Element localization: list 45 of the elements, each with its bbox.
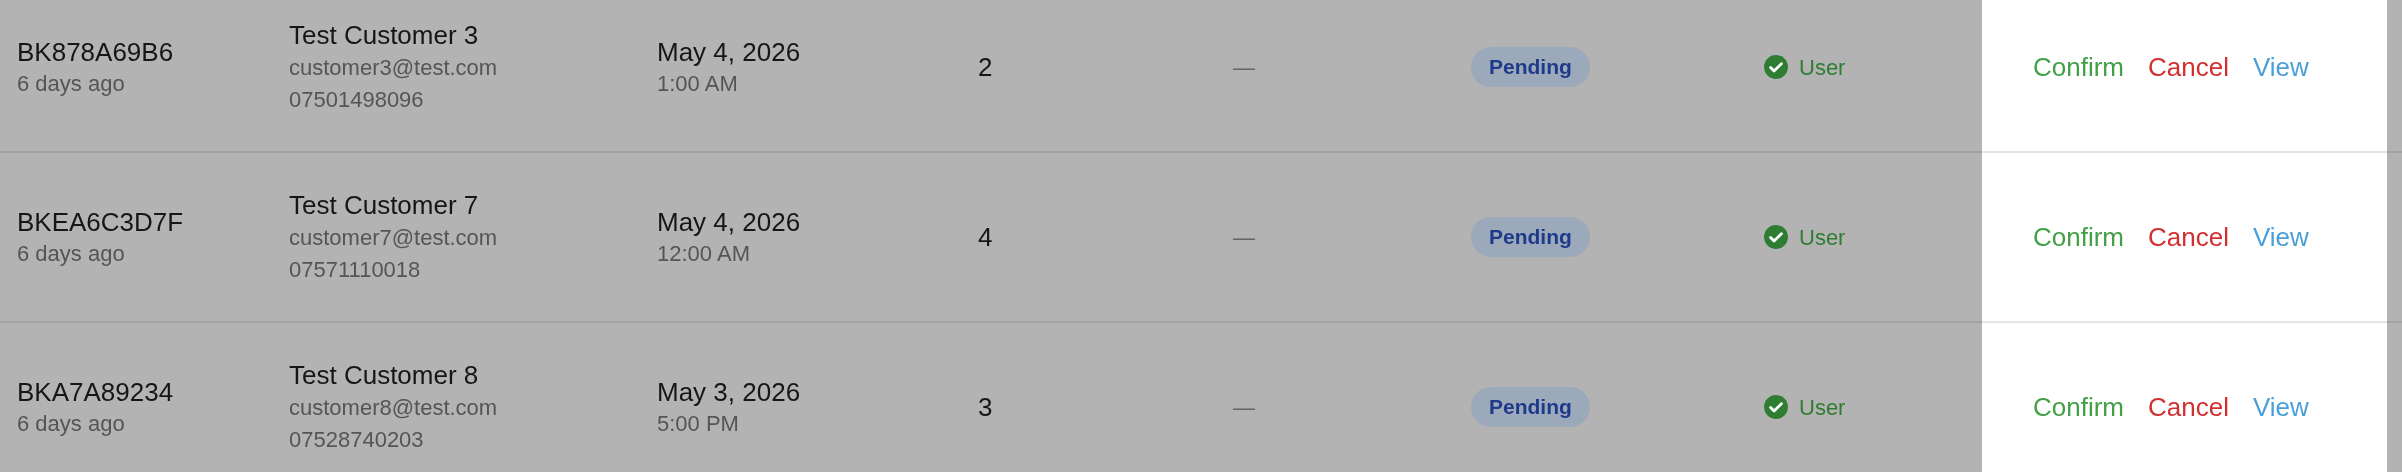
- status-badge: Pending: [1471, 47, 1590, 87]
- booking-time: 5:00 PM: [657, 410, 740, 438]
- customer-email: customer3@test.com: [289, 54, 499, 82]
- check-circle-icon: [1763, 394, 1789, 420]
- customer-name: Test Customer 3: [289, 19, 480, 52]
- empty-value: —: [1233, 54, 1255, 80]
- booking-age: 6 days ago: [17, 70, 126, 98]
- booking-time: 12:00 AM: [657, 240, 751, 268]
- view-link[interactable]: View: [2252, 217, 2309, 257]
- status-badge: Pending: [1471, 217, 1590, 257]
- booking-id: BKEA6C3D7F: [17, 206, 185, 239]
- source-label: User: [1799, 223, 1846, 252]
- booking-time: 1:00 AM: [657, 70, 739, 98]
- source-label: User: [1799, 53, 1846, 82]
- booking-age: 6 days ago: [17, 240, 126, 268]
- customer-phone: 07571110018: [289, 256, 422, 284]
- booking-date: May 4, 2026: [657, 36, 802, 69]
- check-circle-icon: [1763, 54, 1789, 80]
- confirm-link[interactable]: Confirm: [2033, 387, 2124, 427]
- guest-count: 4: [978, 221, 993, 252]
- customer-email: customer8@test.com: [289, 394, 499, 422]
- confirm-link[interactable]: Confirm: [2033, 217, 2124, 257]
- booking-id: BK878A69B6: [17, 36, 175, 69]
- view-link[interactable]: View: [2252, 387, 2309, 427]
- booking-id: BKA7A89234: [17, 376, 175, 409]
- status-badge: Pending: [1471, 387, 1590, 427]
- cancel-link[interactable]: Cancel: [2148, 217, 2229, 257]
- customer-name: Test Customer 7: [289, 189, 480, 222]
- customer-email: customer7@test.com: [289, 224, 499, 252]
- guest-count: 3: [978, 391, 993, 422]
- customer-phone: 07528740203: [289, 426, 425, 454]
- booking-date: May 3, 2026: [657, 376, 802, 409]
- cancel-link[interactable]: Cancel: [2148, 387, 2229, 427]
- confirm-link[interactable]: Confirm: [2033, 47, 2124, 87]
- view-link[interactable]: View: [2252, 47, 2309, 87]
- check-circle-icon: [1763, 224, 1789, 250]
- empty-value: —: [1233, 224, 1255, 250]
- booking-date: May 4, 2026: [657, 206, 802, 239]
- guest-count: 2: [978, 51, 993, 82]
- empty-value: —: [1233, 394, 1255, 420]
- source-label: User: [1799, 393, 1846, 422]
- customer-phone: 07501498096: [289, 86, 425, 114]
- booking-age: 6 days ago: [17, 410, 126, 438]
- customer-name: Test Customer 8: [289, 359, 480, 392]
- cancel-link[interactable]: Cancel: [2148, 47, 2229, 87]
